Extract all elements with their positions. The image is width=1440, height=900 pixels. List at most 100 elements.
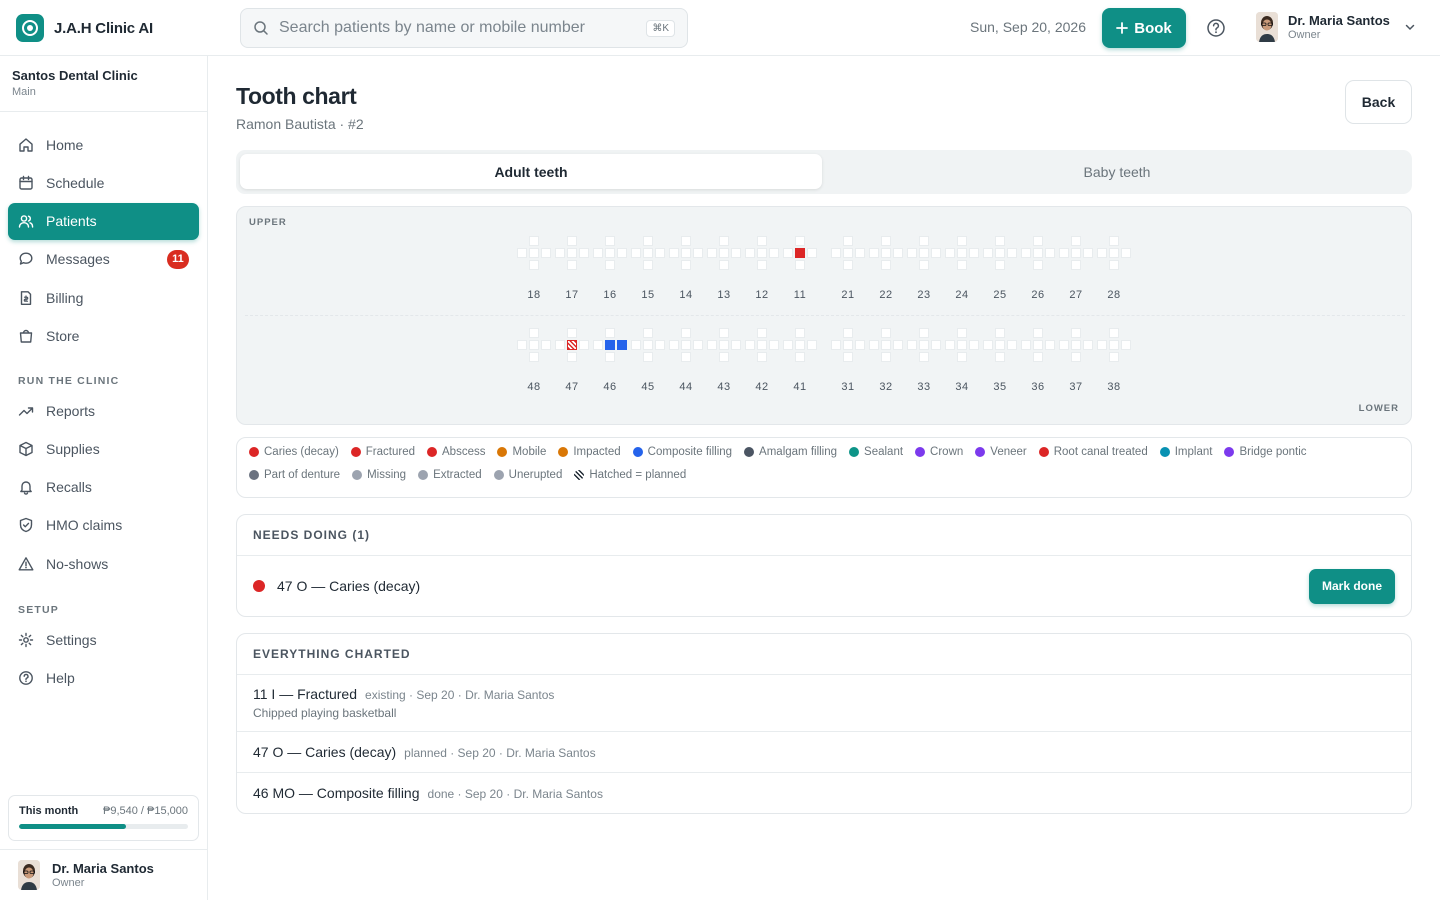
tooth-surface-center[interactable] bbox=[719, 340, 729, 350]
tooth-surface-bottom[interactable] bbox=[843, 352, 853, 362]
tooth-surface-left[interactable] bbox=[945, 340, 955, 350]
tooth-17[interactable] bbox=[554, 235, 590, 271]
tooth-surface-left[interactable] bbox=[669, 340, 679, 350]
tooth-surface-center[interactable] bbox=[605, 340, 615, 350]
tooth-surface-left[interactable] bbox=[707, 248, 717, 258]
tooth-surface-center[interactable] bbox=[1071, 340, 1081, 350]
tooth-surface-top[interactable] bbox=[643, 328, 653, 338]
tooth-38[interactable] bbox=[1096, 327, 1132, 363]
sidebar-item-supplies[interactable]: Supplies bbox=[8, 430, 199, 467]
tooth-surface-bottom[interactable] bbox=[757, 352, 767, 362]
book-button[interactable]: Book bbox=[1102, 8, 1186, 48]
tooth-surface-top[interactable] bbox=[681, 328, 691, 338]
tooth-surface-right[interactable] bbox=[893, 248, 903, 258]
tooth-surface-right[interactable] bbox=[1083, 248, 1093, 258]
tooth-surface-bottom[interactable] bbox=[719, 352, 729, 362]
tooth-surface-right[interactable] bbox=[855, 340, 865, 350]
tooth-surface-left[interactable] bbox=[593, 340, 603, 350]
tooth-surface-right[interactable] bbox=[541, 248, 551, 258]
tooth-surface-left[interactable] bbox=[517, 248, 527, 258]
mark-done-button[interactable]: Mark done bbox=[1309, 568, 1395, 604]
tooth-surface-top[interactable] bbox=[681, 236, 691, 246]
tooth-32[interactable] bbox=[868, 327, 904, 363]
search-bar[interactable]: ⌘K bbox=[240, 8, 688, 48]
tooth-surface-top[interactable] bbox=[957, 328, 967, 338]
tooth-16[interactable] bbox=[592, 235, 628, 271]
tooth-surface-bottom[interactable] bbox=[795, 260, 805, 270]
tooth-surface-left[interactable] bbox=[707, 340, 717, 350]
tooth-surface-left[interactable] bbox=[1097, 248, 1107, 258]
tooth-surface-top[interactable] bbox=[567, 236, 577, 246]
tooth-surface-left[interactable] bbox=[631, 340, 641, 350]
tooth-surface-top[interactable] bbox=[919, 328, 929, 338]
tooth-surface-left[interactable] bbox=[983, 340, 993, 350]
tooth-surface-left[interactable] bbox=[745, 340, 755, 350]
tooth-surface-top[interactable] bbox=[1109, 236, 1119, 246]
tooth-surface-left[interactable] bbox=[1059, 340, 1069, 350]
tooth-25[interactable] bbox=[982, 235, 1018, 271]
tooth-surface-top[interactable] bbox=[605, 328, 615, 338]
tooth-surface-center[interactable] bbox=[881, 248, 891, 258]
tooth-24[interactable] bbox=[944, 235, 980, 271]
tooth-35[interactable] bbox=[982, 327, 1018, 363]
tooth-surface-right[interactable] bbox=[579, 248, 589, 258]
tooth-surface-left[interactable] bbox=[907, 340, 917, 350]
tooth-surface-right[interactable] bbox=[969, 248, 979, 258]
tooth-surface-center[interactable] bbox=[643, 248, 653, 258]
sidebar-item-schedule[interactable]: Schedule bbox=[8, 164, 199, 201]
tooth-surface-center[interactable] bbox=[919, 248, 929, 258]
search-input[interactable] bbox=[279, 19, 647, 37]
tooth-surface-left[interactable] bbox=[1059, 248, 1069, 258]
tooth-surface-right[interactable] bbox=[655, 340, 665, 350]
tooth-21[interactable] bbox=[830, 235, 866, 271]
tooth-surface-bottom[interactable] bbox=[605, 352, 615, 362]
tooth-12[interactable] bbox=[744, 235, 780, 271]
tooth-surface-top[interactable] bbox=[1109, 328, 1119, 338]
tooth-48[interactable] bbox=[516, 327, 552, 363]
tooth-surface-bottom[interactable] bbox=[957, 352, 967, 362]
tooth-surface-top[interactable] bbox=[529, 328, 539, 338]
tooth-surface-right[interactable] bbox=[807, 248, 817, 258]
tooth-surface-center[interactable] bbox=[1033, 248, 1043, 258]
tooth-surface-right[interactable] bbox=[1045, 248, 1055, 258]
tooth-surface-right[interactable] bbox=[541, 340, 551, 350]
tooth-surface-left[interactable] bbox=[869, 340, 879, 350]
tooth-surface-center[interactable] bbox=[681, 248, 691, 258]
tooth-13[interactable] bbox=[706, 235, 742, 271]
tooth-15[interactable] bbox=[630, 235, 666, 271]
tooth-surface-bottom[interactable] bbox=[1071, 260, 1081, 270]
tooth-surface-bottom[interactable] bbox=[1109, 352, 1119, 362]
tooth-surface-top[interactable] bbox=[1033, 236, 1043, 246]
tooth-surface-bottom[interactable] bbox=[643, 260, 653, 270]
tooth-surface-center[interactable] bbox=[919, 340, 929, 350]
tooth-surface-left[interactable] bbox=[517, 340, 527, 350]
tooth-surface-left[interactable] bbox=[1021, 340, 1031, 350]
tooth-surface-top[interactable] bbox=[995, 328, 1005, 338]
tooth-surface-left[interactable] bbox=[631, 248, 641, 258]
tooth-surface-left[interactable] bbox=[555, 340, 565, 350]
tooth-surface-bottom[interactable] bbox=[567, 260, 577, 270]
tooth-36[interactable] bbox=[1020, 327, 1056, 363]
tooth-surface-left[interactable] bbox=[593, 248, 603, 258]
tooth-45[interactable] bbox=[630, 327, 666, 363]
sidebar-item-settings[interactable]: Settings bbox=[8, 621, 199, 658]
user-menu[interactable]: Dr. Maria Santos Owner bbox=[1256, 12, 1416, 42]
sidebar-item-reports[interactable]: Reports bbox=[8, 392, 199, 429]
tooth-surface-top[interactable] bbox=[1071, 328, 1081, 338]
tooth-surface-center[interactable] bbox=[995, 340, 1005, 350]
tooth-surface-center[interactable] bbox=[757, 248, 767, 258]
tooth-33[interactable] bbox=[906, 327, 942, 363]
tooth-surface-right[interactable] bbox=[931, 248, 941, 258]
tooth-surface-bottom[interactable] bbox=[881, 352, 891, 362]
brand[interactable]: J.A.H Clinic AI bbox=[16, 14, 153, 42]
tooth-surface-center[interactable] bbox=[605, 248, 615, 258]
tooth-surface-center[interactable] bbox=[567, 340, 577, 350]
tooth-surface-right[interactable] bbox=[579, 340, 589, 350]
tooth-surface-left[interactable] bbox=[555, 248, 565, 258]
tooth-47[interactable] bbox=[554, 327, 590, 363]
tooth-surface-bottom[interactable] bbox=[919, 352, 929, 362]
tooth-surface-right[interactable] bbox=[1121, 340, 1131, 350]
tooth-surface-bottom[interactable] bbox=[719, 260, 729, 270]
list-item[interactable]: 46 MO — Composite filling done · Sep 20 … bbox=[237, 773, 1411, 813]
sidebar-item-home[interactable]: Home bbox=[8, 126, 199, 163]
